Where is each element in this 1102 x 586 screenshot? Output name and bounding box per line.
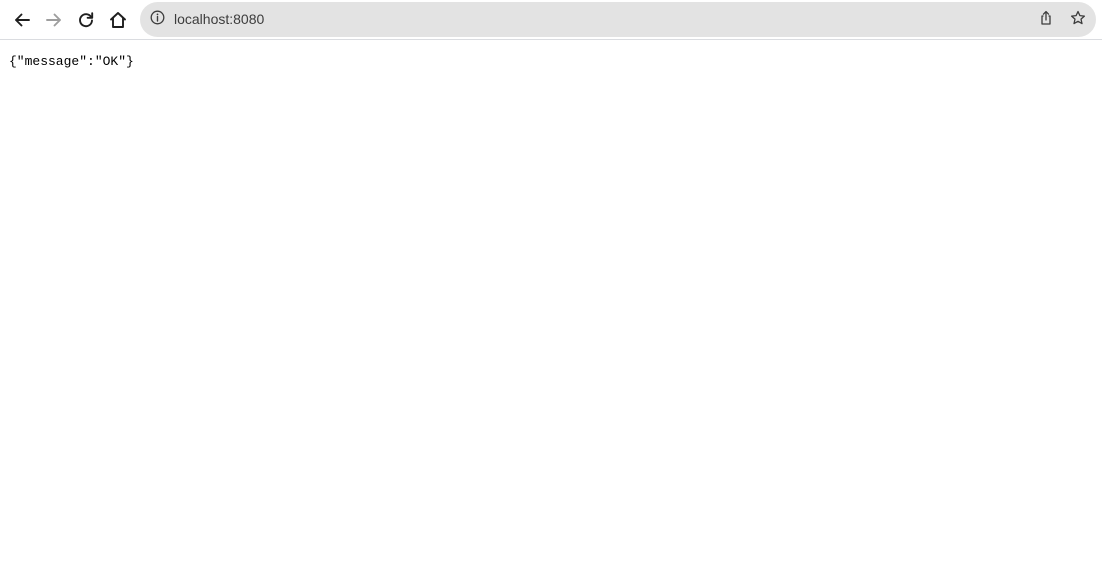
browser-toolbar: localhost:8080 xyxy=(0,0,1102,40)
arrow-left-icon xyxy=(13,11,31,29)
back-button[interactable] xyxy=(7,5,37,35)
site-info-button[interactable] xyxy=(149,10,166,30)
address-bar[interactable]: localhost:8080 xyxy=(140,2,1096,37)
reload-icon xyxy=(77,11,95,29)
share-button[interactable] xyxy=(1036,10,1056,30)
share-icon xyxy=(1038,10,1054,31)
page-content: {"message":"OK"} xyxy=(0,41,1102,586)
forward-button[interactable] xyxy=(39,5,69,35)
home-icon xyxy=(109,11,127,29)
bookmark-button[interactable] xyxy=(1068,10,1088,30)
home-button[interactable] xyxy=(103,5,133,35)
reload-button[interactable] xyxy=(71,5,101,35)
json-response-text: {"message":"OK"} xyxy=(9,54,134,69)
info-icon xyxy=(150,10,165,30)
url-text[interactable]: localhost:8080 xyxy=(174,2,264,37)
arrow-right-icon xyxy=(45,11,63,29)
star-icon xyxy=(1070,10,1086,31)
